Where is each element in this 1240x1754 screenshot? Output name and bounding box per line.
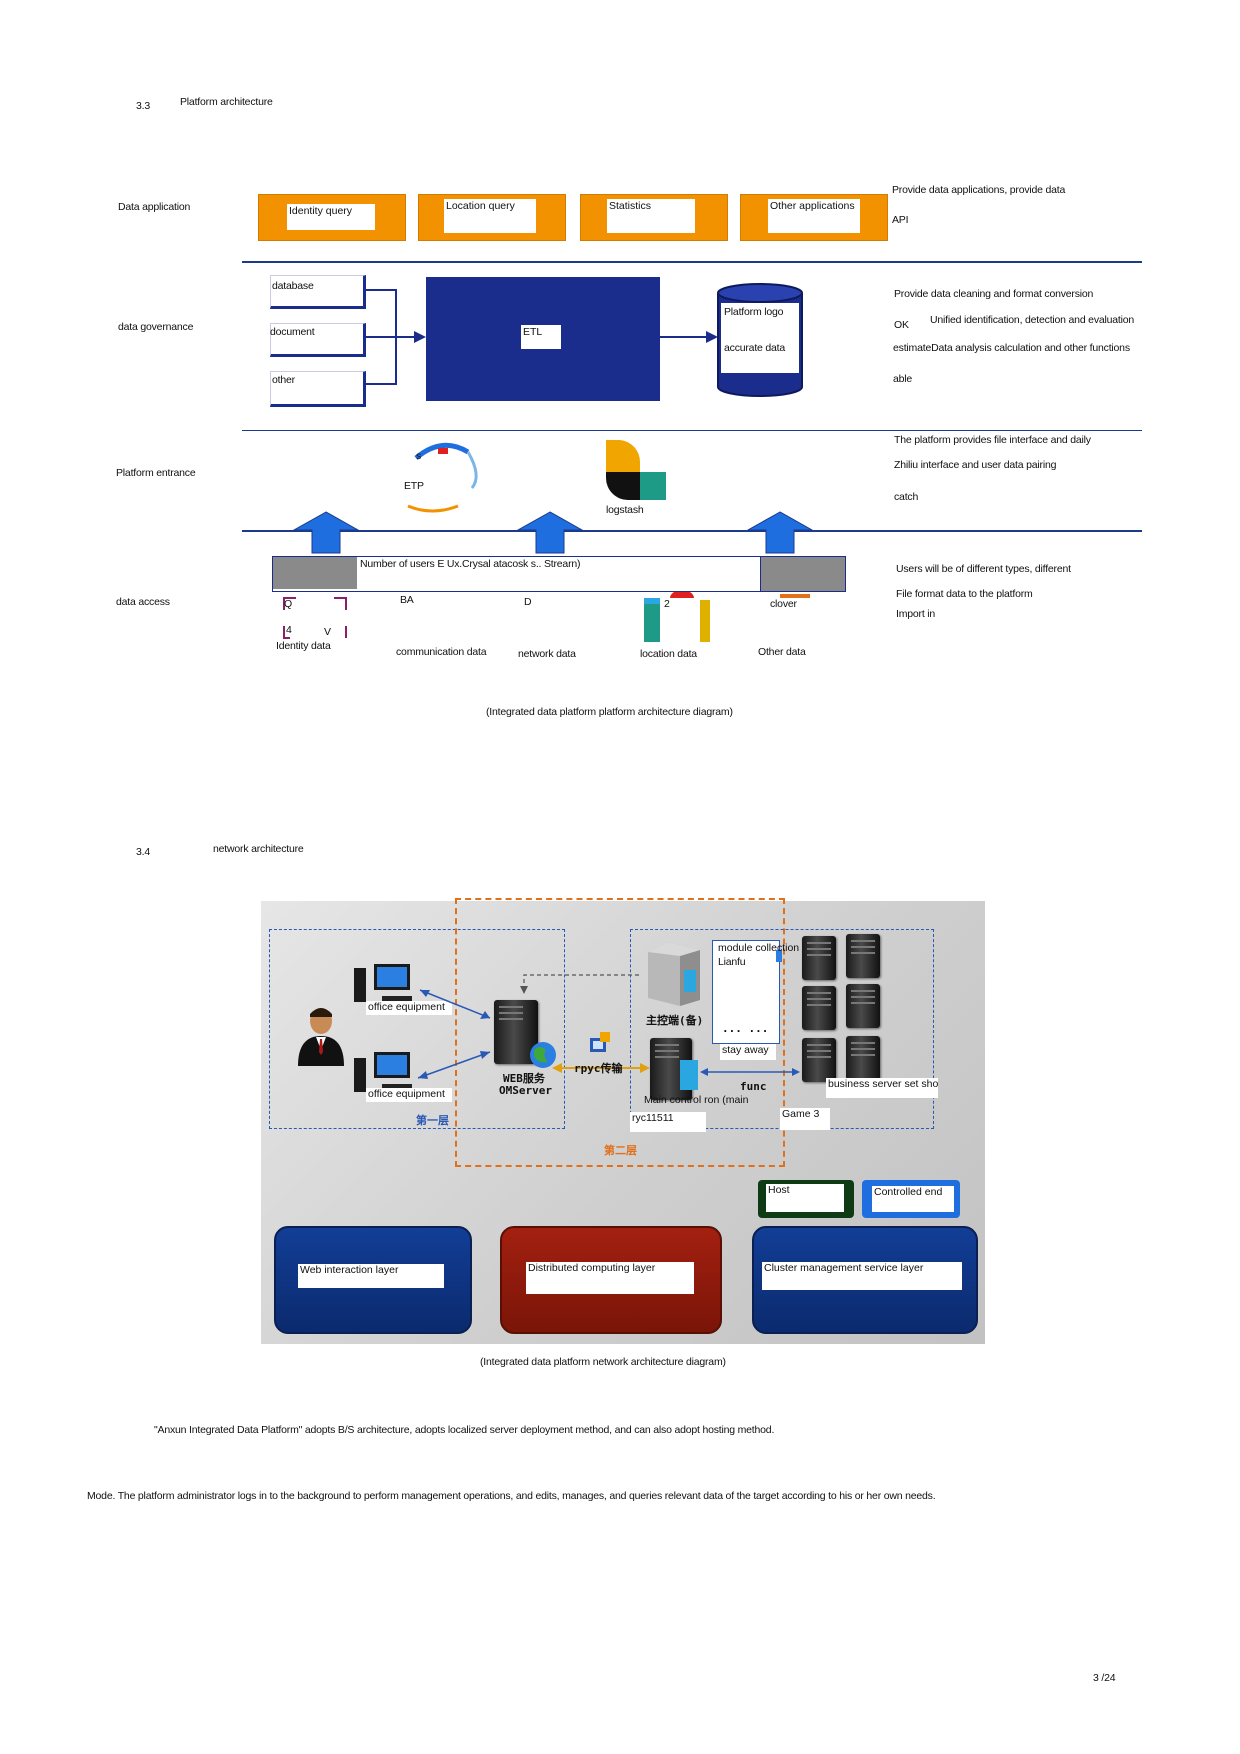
network-caption: (Integrated data platform network archit…	[480, 1356, 726, 1368]
business-server-icon	[802, 1038, 836, 1082]
ryc-label: ryc11511	[630, 1112, 706, 1132]
cluster-management-layer-label: Cluster management service layer	[762, 1262, 962, 1290]
page-number: 3 /24	[1093, 1672, 1116, 1684]
module-dots: ... ...	[722, 1022, 769, 1035]
legend-controlled-label: Controlled end	[872, 1186, 954, 1212]
business-server-icon	[802, 936, 836, 980]
game3-label: Game 3	[780, 1108, 830, 1130]
business-server-icon	[846, 934, 880, 978]
main-controller-backup-label: 主控端(备)	[646, 1014, 704, 1027]
module-collection-label: module collection	[718, 942, 800, 954]
stay-away-label: stay away	[720, 1044, 776, 1060]
main-server-screen	[680, 1060, 698, 1090]
web-interaction-layer-label: Web interaction layer	[298, 1264, 444, 1288]
om-server-label: OMServer	[499, 1084, 552, 1097]
business-server-icon	[846, 1036, 880, 1080]
module-lianfu-label: Lianfu	[718, 956, 746, 968]
layer2-label: 第二层	[604, 1144, 637, 1157]
transfer-icon	[590, 1032, 610, 1052]
rpyc-label: rpyc传输	[574, 1062, 623, 1075]
main-control-label: Main control ron (main	[644, 1094, 749, 1106]
layer1-label: 第一层	[416, 1114, 449, 1127]
backup-server-icon	[648, 942, 700, 1006]
func-label: func	[740, 1080, 767, 1093]
body-paragraph-2: Mode. The platform administrator logs in…	[87, 1490, 936, 1502]
business-server-icon	[802, 986, 836, 1030]
business-server-icon	[846, 984, 880, 1028]
business-server-label: business server set shoes	[826, 1078, 938, 1098]
body-paragraph-1: "Anxun Integrated Data Platform" adopts …	[154, 1424, 775, 1436]
globe-icon	[530, 1042, 556, 1068]
legend-host-label: Host	[766, 1184, 844, 1212]
distributed-computing-layer-label: Distributed computing layer	[526, 1262, 694, 1294]
